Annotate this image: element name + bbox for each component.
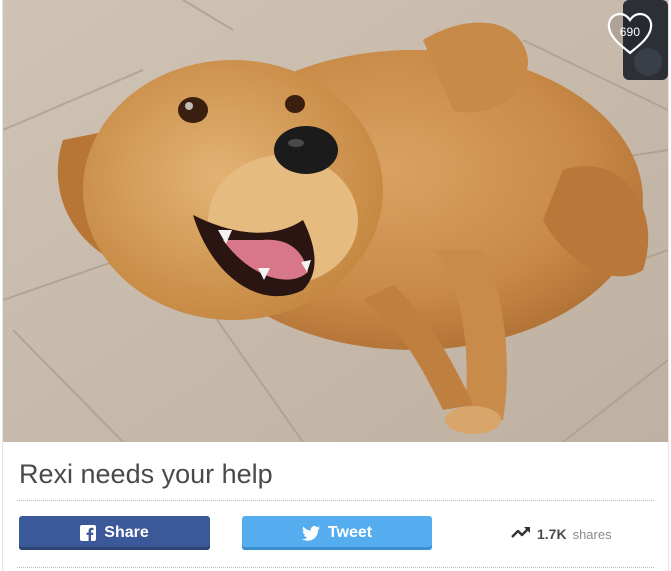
post-photo[interactable]: 690 — [3, 0, 668, 442]
share-count-label: shares — [572, 526, 612, 542]
post-title: Rexi needs your help — [19, 459, 273, 489]
facebook-share-label: Share — [104, 524, 149, 541]
tweet-button[interactable]: Tweet — [242, 516, 432, 550]
like-count: 690 — [619, 25, 641, 39]
post-card: 690 Rexi needs your help Share Tweet 1.7… — [2, 0, 669, 571]
like-button[interactable]: 690 — [606, 12, 654, 56]
divider-bottom — [17, 567, 654, 568]
dog-photo-image — [3, 0, 668, 442]
twitter-icon — [301, 525, 320, 541]
share-stats: 1.7K shares — [511, 524, 612, 544]
share-count: 1.7K — [537, 526, 567, 542]
facebook-icon — [80, 525, 97, 541]
tweet-label: Tweet — [327, 524, 373, 541]
facebook-share-button[interactable]: Share — [19, 516, 210, 550]
trending-up-icon — [511, 525, 531, 544]
divider — [17, 500, 654, 501]
